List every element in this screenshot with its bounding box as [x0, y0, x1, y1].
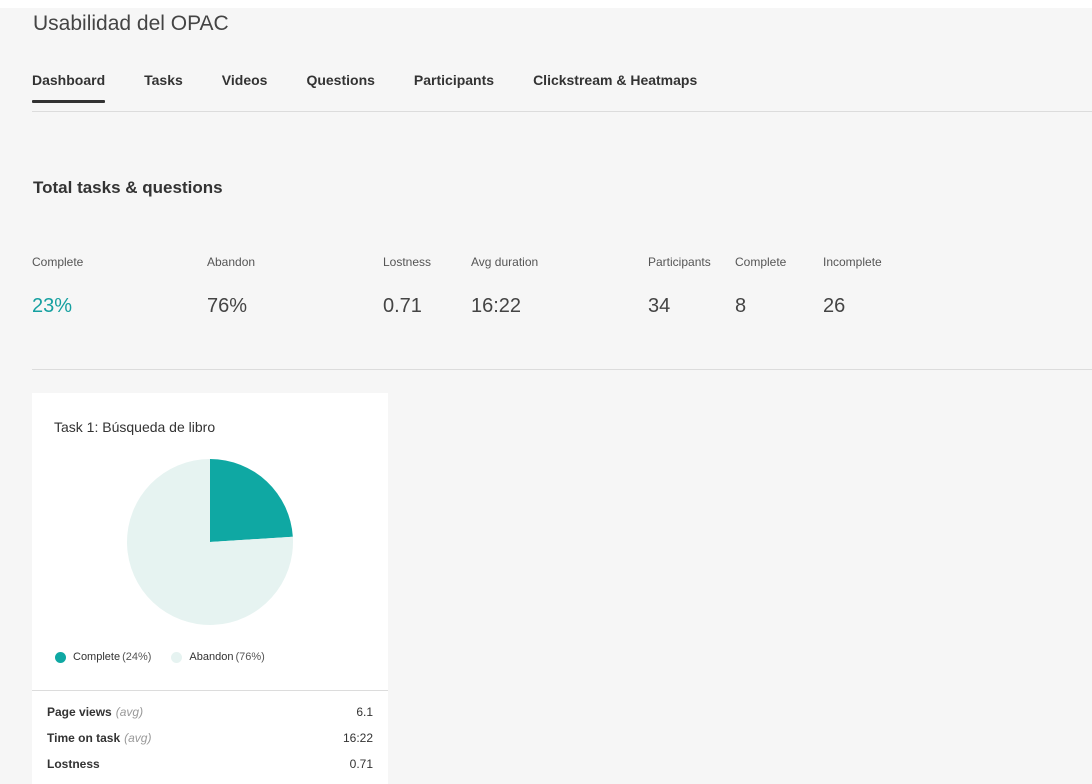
stat-label-wrap: Time on task (avg): [47, 731, 151, 745]
metric-label: Incomplete: [823, 255, 882, 269]
task-card[interactable]: Task 1: Búsqueda de libro Complete (24%)…: [32, 393, 388, 784]
metric-label: Lostness: [383, 255, 432, 269]
page-title: Usabilidad del OPAC: [33, 12, 229, 35]
section-title: Total tasks & questions: [33, 178, 223, 197]
tab-bar: Dashboard Tasks Videos Questions Partici…: [32, 72, 1092, 103]
metrics-divider: [32, 369, 1092, 370]
tab-videos[interactable]: Videos: [222, 72, 268, 102]
metric-label: Participants: [648, 255, 711, 269]
legend-item-abandon[interactable]: Abandon (76%): [171, 651, 265, 663]
stat-row-page-views: Page views (avg) 6.1: [47, 699, 373, 725]
metric-lostness: Lostness 0.71: [383, 255, 431, 318]
legend-dot-complete: [55, 651, 66, 663]
pie-slice-complete[interactable]: [210, 459, 293, 542]
task-stats: Page views (avg) 6.1 Time on task (avg) 16…: [47, 699, 373, 777]
legend-label: Complete: [73, 651, 121, 663]
legend-label: Abandon: [189, 651, 234, 663]
metric-abandon: Abandon 76%: [207, 255, 255, 318]
tabs-divider: [32, 111, 1092, 112]
metric-avg-duration: Avg duration 16:22: [471, 255, 538, 318]
metric-participants-incomplete: Incomplete 26: [823, 255, 882, 318]
metric-value: 8: [735, 295, 747, 317]
stat-row-lostness: Lostness 0.71: [47, 751, 373, 777]
metric-label: Complete: [32, 255, 84, 269]
tab-participants[interactable]: Participants: [414, 72, 494, 102]
stat-label: Lostness: [47, 757, 100, 771]
metric-label: Avg duration: [471, 255, 539, 269]
metric-value: 0.71: [383, 295, 422, 317]
metric-value: 26: [823, 295, 846, 317]
task-pie-chart: [126, 459, 293, 625]
metric-label: Abandon: [207, 255, 256, 269]
metric-value: 76%: [207, 295, 248, 317]
stat-unit: (avg): [115, 705, 144, 719]
stat-value: 6.1: [356, 705, 373, 719]
legend-dot-abandon: [171, 651, 183, 663]
stat-label-wrap: Page views (avg): [47, 705, 143, 719]
stat-row-time-on-task: Time on task (avg) 16:22: [47, 725, 373, 751]
metric-participants-complete: Complete 8: [735, 255, 786, 318]
stat-value: 0.71: [349, 757, 373, 771]
stat-label: Page views: [47, 705, 112, 719]
card-divider: [32, 690, 388, 691]
metric-complete: Complete 23%: [32, 255, 83, 318]
metric-participants: Participants 34: [648, 255, 711, 318]
pie-legend: Complete (24%) Abandon (76%): [55, 651, 285, 663]
task-card-title: Task 1: Búsqueda de libro: [54, 419, 216, 435]
metric-label: Complete: [735, 255, 787, 269]
metric-value: 16:22: [471, 295, 522, 317]
tab-clickstream-heatmaps[interactable]: Clickstream & Heatmaps: [533, 72, 697, 102]
metric-value: 23%: [32, 295, 73, 317]
tab-tasks[interactable]: Tasks: [144, 72, 183, 102]
legend-item-complete[interactable]: Complete (24%): [55, 651, 151, 663]
stat-label: Time on task: [47, 731, 121, 745]
legend-pct: (24%): [122, 651, 152, 663]
legend-pct: (76%): [235, 651, 265, 663]
stat-label-wrap: Lostness: [47, 757, 104, 771]
tab-dashboard[interactable]: Dashboard: [32, 72, 106, 103]
tab-questions[interactable]: Questions: [306, 72, 374, 102]
metric-value: 34: [648, 295, 671, 317]
top-band: [0, 0, 1092, 8]
stat-value: 16:22: [342, 731, 373, 745]
stat-unit: (avg): [124, 731, 152, 745]
